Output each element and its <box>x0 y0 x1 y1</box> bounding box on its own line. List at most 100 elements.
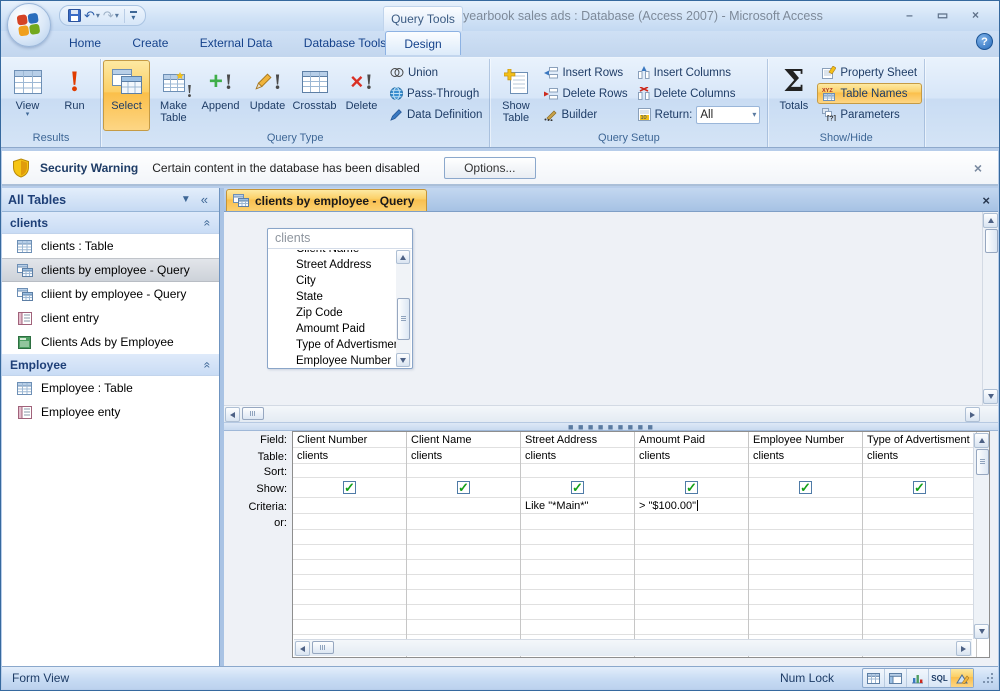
criteria-cell[interactable] <box>407 498 520 514</box>
field-list-item[interactable]: Type of Advertisment <box>269 337 396 353</box>
pane-splitter[interactable]: ■ ■ ■ ■ ■ ■ ■ ■ ■ <box>224 422 998 431</box>
or-cell[interactable] <box>749 514 862 530</box>
show-checkbox[interactable] <box>343 481 356 494</box>
field-cell[interactable]: Client Number <box>293 432 406 448</box>
nav-pane-header[interactable]: All Tables ▼ « <box>2 188 219 212</box>
union-button[interactable]: Union <box>385 62 487 83</box>
field-list-item[interactable]: Client Name <box>269 250 396 257</box>
show-checkbox[interactable] <box>685 481 698 494</box>
top-pane-vscrollbar[interactable] <box>982 212 998 405</box>
nav-group-clients[interactable]: clients« <box>2 212 219 234</box>
delete-query-button[interactable]: ×! Delete <box>338 60 385 131</box>
criteria-cell[interactable] <box>749 498 862 514</box>
nav-group-employee[interactable]: Employee« <box>2 354 219 376</box>
tab-create[interactable]: Create <box>118 31 182 54</box>
scroll-left-icon[interactable] <box>295 641 310 656</box>
document-close-icon[interactable]: × <box>974 193 998 208</box>
field-cell[interactable]: Employee Number <box>749 432 862 448</box>
sort-cell[interactable] <box>521 464 634 478</box>
field-list-item[interactable]: Zip Code <box>269 305 396 321</box>
sort-cell[interactable] <box>863 464 976 478</box>
maximize-button[interactable]: ▭ <box>929 8 956 25</box>
scroll-up-icon[interactable] <box>396 250 410 264</box>
return-select[interactable]: All▾ <box>696 106 760 124</box>
undo-button[interactable]: ↶▾ <box>84 8 100 24</box>
nav-item-employee-table[interactable]: Employee : Table <box>2 376 219 400</box>
collapse-group-icon[interactable]: « <box>201 219 215 226</box>
close-button[interactable]: × <box>962 8 989 25</box>
shutter-bar-close-icon[interactable]: « <box>196 192 213 207</box>
scroll-down-icon[interactable] <box>974 624 989 639</box>
field-cell[interactable]: Type of Advertisment <box>863 432 976 448</box>
nav-item-cliient-by-employee-query[interactable]: cliient by employee - Query <box>2 282 219 306</box>
pivottable-view-button[interactable] <box>885 669 907 687</box>
table-cell[interactable]: clients <box>521 448 634 464</box>
data-definition-button[interactable]: Data Definition <box>385 104 487 125</box>
security-bar-close-icon[interactable]: × <box>968 160 988 176</box>
show-checkbox[interactable] <box>913 481 926 494</box>
scroll-right-icon[interactable] <box>956 641 971 656</box>
make-table-button[interactable]: ! MakeTable <box>150 60 197 131</box>
criteria-cell[interactable]: Like "*Main*" <box>521 498 634 514</box>
tab-design-active[interactable]: Design <box>385 31 461 55</box>
office-button[interactable] <box>7 3 51 47</box>
pivotchart-view-button[interactable] <box>907 669 929 687</box>
save-button[interactable] <box>68 9 81 22</box>
tab-database-tools[interactable]: Database Tools <box>290 31 401 54</box>
field-list-scrollbar[interactable] <box>396 250 411 367</box>
builder-button[interactable]: Builder <box>539 104 632 125</box>
view-button[interactable]: View ▾ <box>4 60 51 131</box>
redo-button[interactable]: ↷▾ <box>103 8 119 24</box>
totals-button[interactable]: Σ Totals <box>770 60 817 131</box>
show-table-button[interactable]: ShowTable <box>492 60 539 131</box>
or-cell[interactable] <box>293 514 406 530</box>
nav-item-client-entry[interactable]: client entry <box>2 306 219 330</box>
crosstab-button[interactable]: Crosstab <box>291 60 338 131</box>
sort-cell[interactable] <box>293 464 406 478</box>
grid-vscrollbar[interactable] <box>973 433 989 639</box>
collapse-group-icon[interactable]: « <box>201 361 215 368</box>
scroll-down-icon[interactable] <box>983 389 998 404</box>
run-button[interactable]: ! Run <box>51 60 98 131</box>
nav-item-clients-by-employee-query[interactable]: clients by employee - Query <box>2 258 219 282</box>
resize-grip[interactable] <box>982 672 994 684</box>
or-cell[interactable] <box>521 514 634 530</box>
criteria-cell[interactable] <box>863 498 976 514</box>
nav-item-employee-enty[interactable]: Employee enty <box>2 400 219 424</box>
scroll-right-icon[interactable] <box>965 407 980 422</box>
table-names-button[interactable]: XYZ Table Names <box>817 83 922 104</box>
show-checkbox[interactable] <box>799 481 812 494</box>
field-list-item[interactable]: Street Address <box>269 257 396 273</box>
datasheet-view-button[interactable] <box>863 669 885 687</box>
delete-rows-button[interactable]: Delete Rows <box>539 83 632 104</box>
append-button[interactable]: +! Append <box>197 60 244 131</box>
select-query-button[interactable]: Select <box>103 60 150 131</box>
field-list-item[interactable]: State <box>269 289 396 305</box>
help-button[interactable]: ? <box>976 33 993 50</box>
field-cell[interactable]: Amoumt Paid <box>635 432 748 448</box>
sort-cell[interactable] <box>635 464 748 478</box>
field-cell[interactable]: Client Name <box>407 432 520 448</box>
customize-qat-button[interactable]: ▾ <box>130 11 137 20</box>
table-cell[interactable]: clients <box>635 448 748 464</box>
table-cell[interactable]: clients <box>407 448 520 464</box>
field-list-item[interactable]: Amoumt Paid <box>269 321 396 337</box>
field-cell[interactable]: Street Address <box>521 432 634 448</box>
scroll-down-icon[interactable] <box>396 353 410 367</box>
parameters-button[interactable]: [?] Parameters <box>817 104 922 125</box>
pass-through-button[interactable]: Pass-Through <box>385 83 487 104</box>
nav-pane-dropdown-icon[interactable]: ▼ <box>176 194 196 205</box>
delete-columns-button[interactable]: Delete Columns <box>633 83 766 104</box>
table-cell[interactable]: clients <box>749 448 862 464</box>
sort-cell[interactable] <box>749 464 862 478</box>
field-list-item[interactable]: Employee Number <box>269 353 396 367</box>
tab-external-data[interactable]: External Data <box>186 31 287 54</box>
update-button[interactable]: ! Update <box>244 60 291 131</box>
show-checkbox[interactable] <box>571 481 584 494</box>
minimize-button[interactable]: – <box>896 8 923 25</box>
criteria-cell[interactable] <box>293 498 406 514</box>
or-cell[interactable] <box>407 514 520 530</box>
or-cell[interactable] <box>863 514 976 530</box>
show-checkbox[interactable] <box>457 481 470 494</box>
table-cell[interactable]: clients <box>293 448 406 464</box>
